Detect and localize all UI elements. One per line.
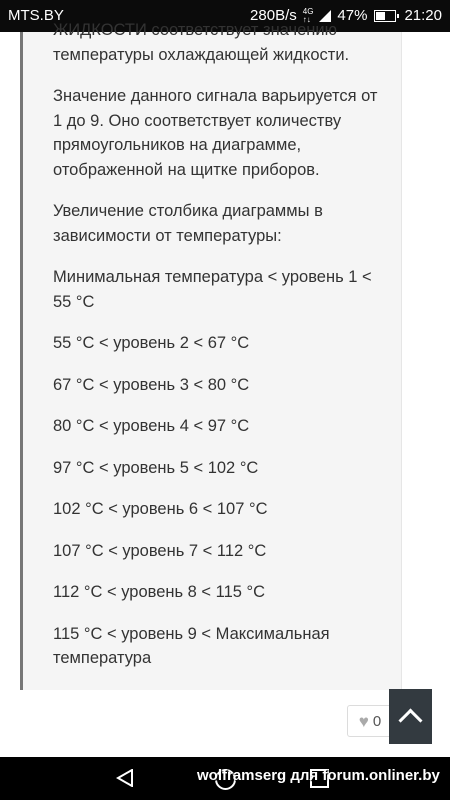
page-content[interactable]: ЖИДКОСТИ соответствует значению температ… [0, 21, 450, 757]
level-line: 67 °C < уровень 3 < 80 °C [53, 375, 250, 394]
like-button[interactable]: ♥ 0 [347, 705, 393, 737]
quote-block: ЖИДКОСТИ соответствует значению температ… [20, 21, 402, 690]
back-icon[interactable] [116, 769, 134, 787]
level-line: 112 °C < уровень 8 < 115 °C [53, 583, 266, 601]
level-line: 97 °C < уровень 5 < 102 °C [53, 458, 259, 477]
level-line: 55 °C < уровень 2 < 67 °C [53, 334, 250, 352]
level-line: 102 °C < уровень 6 < 107 °C [53, 500, 268, 518]
quote-text: ЖИДКОСТИ соответствует значению температ… [53, 18, 388, 688]
chevron-up-icon [398, 708, 423, 733]
level-line: 115 °C < уровень 9 < Максимальная темпер… [53, 624, 330, 668]
watermark: wolframserg для forum.onliner.by [197, 767, 440, 784]
like-count: 0 [372, 712, 382, 730]
system-nav-bar: wolframserg для forum.onliner.by [0, 757, 450, 800]
clock: 21:20 [404, 7, 442, 24]
paragraph: Значение данного сигнала варьируется от … [53, 87, 378, 179]
level-line: 107 °C < уровень 7 < 112 °C [53, 541, 267, 560]
level-line: Минимальная температура < уровень 1 < 55… [53, 268, 372, 311]
heart-icon: ♥ [358, 711, 369, 731]
scroll-top-button[interactable] [389, 689, 432, 744]
level-line: 80 °C < уровень 4 < 97 °C [53, 417, 250, 435]
paragraph: Увеличение столбика диаграммы в зависимо… [53, 202, 323, 245]
paragraph: ЖИДКОСТИ соответствует значению температ… [53, 21, 350, 64]
